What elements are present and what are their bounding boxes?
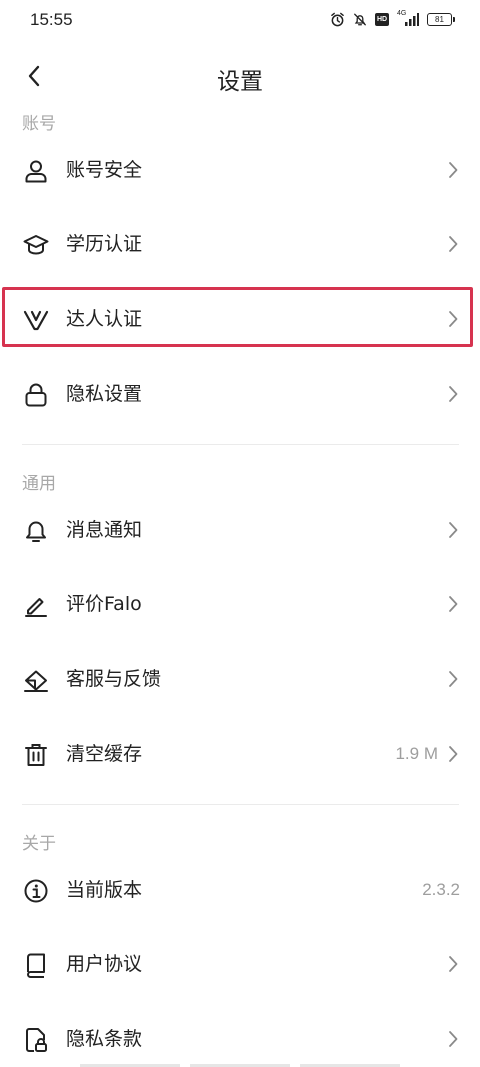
row-label: 用户协议 [66, 953, 143, 975]
chevron-right-icon [449, 1031, 458, 1047]
row-privacy-policy[interactable]: 隐私条款 [0, 1003, 480, 1067]
nav-bar: 设置 [0, 52, 480, 100]
row-user-agreement[interactable]: 用户协议 [0, 928, 480, 1000]
chevron-right-icon [449, 746, 458, 762]
chevron-right-icon [449, 671, 458, 687]
pen-icon [22, 591, 50, 619]
status-icons: HD 4G 81 [330, 10, 455, 27]
trash-icon [22, 741, 50, 769]
row-label: 隐私设置 [66, 383, 143, 405]
row-customer-service[interactable]: 客服与反馈 [0, 643, 480, 715]
row-privacy-settings[interactable]: 隐私设置 [0, 358, 480, 430]
row-label: 账号安全 [66, 159, 143, 181]
row-label: 清空缓存 [66, 743, 143, 765]
row-label: 当前版本 [66, 879, 143, 901]
row-label: 评价Falo [66, 593, 142, 615]
document-lock-icon [22, 1026, 50, 1054]
section-header-about: 关于 [22, 834, 56, 854]
feedback-icon [22, 666, 50, 694]
chevron-right-icon [449, 162, 458, 178]
row-label: 客服与反馈 [66, 668, 162, 690]
row-label: 隐私条款 [66, 1028, 143, 1050]
chevron-right-icon [449, 596, 458, 612]
bell-icon [22, 517, 50, 545]
chevron-right-icon [449, 956, 458, 972]
section-header-account: 账号 [22, 114, 56, 134]
row-notifications[interactable]: 消息通知 [0, 494, 480, 566]
signal-icon: 4G [397, 10, 419, 27]
cache-size: 1.9 M [395, 744, 438, 763]
chevron-right-icon [449, 522, 458, 538]
row-label: 消息通知 [66, 519, 143, 541]
row-current-version: 当前版本 2.3.2 [0, 854, 480, 926]
row-clear-cache[interactable]: 清空缓存 1.9 M [0, 718, 480, 790]
section-header-general: 通用 [22, 474, 56, 494]
row-rate-app[interactable]: 评价Falo [0, 568, 480, 640]
battery-icon: 81 [427, 13, 455, 26]
mute-bell-icon [354, 13, 366, 26]
lock-icon [22, 381, 50, 409]
book-icon [22, 951, 50, 979]
version-number: 2.3.2 [422, 880, 460, 899]
graduation-cap-icon [22, 231, 50, 259]
status-bar: 15:55 HD 4G 81 [0, 0, 480, 44]
row-label: 学历认证 [66, 233, 143, 255]
status-time: 15:55 [30, 10, 73, 29]
hd-icon: HD [375, 13, 389, 26]
page-title: 设置 [217, 69, 263, 95]
info-icon [22, 877, 50, 905]
chevron-right-icon [449, 236, 458, 252]
battery-level: 81 [435, 15, 444, 24]
row-education-verification[interactable]: 学历认证 [0, 208, 480, 280]
divider [22, 804, 459, 805]
divider [22, 444, 459, 445]
chevron-right-icon [449, 386, 458, 402]
row-influencer-verification[interactable]: 达人认证 [0, 283, 480, 355]
row-account-security[interactable]: 账号安全 [0, 134, 480, 206]
row-label: 达人认证 [66, 308, 143, 330]
alarm-icon [331, 12, 344, 27]
user-icon [22, 157, 50, 185]
chevron-right-icon [449, 311, 458, 327]
v-badge-icon [22, 306, 50, 334]
